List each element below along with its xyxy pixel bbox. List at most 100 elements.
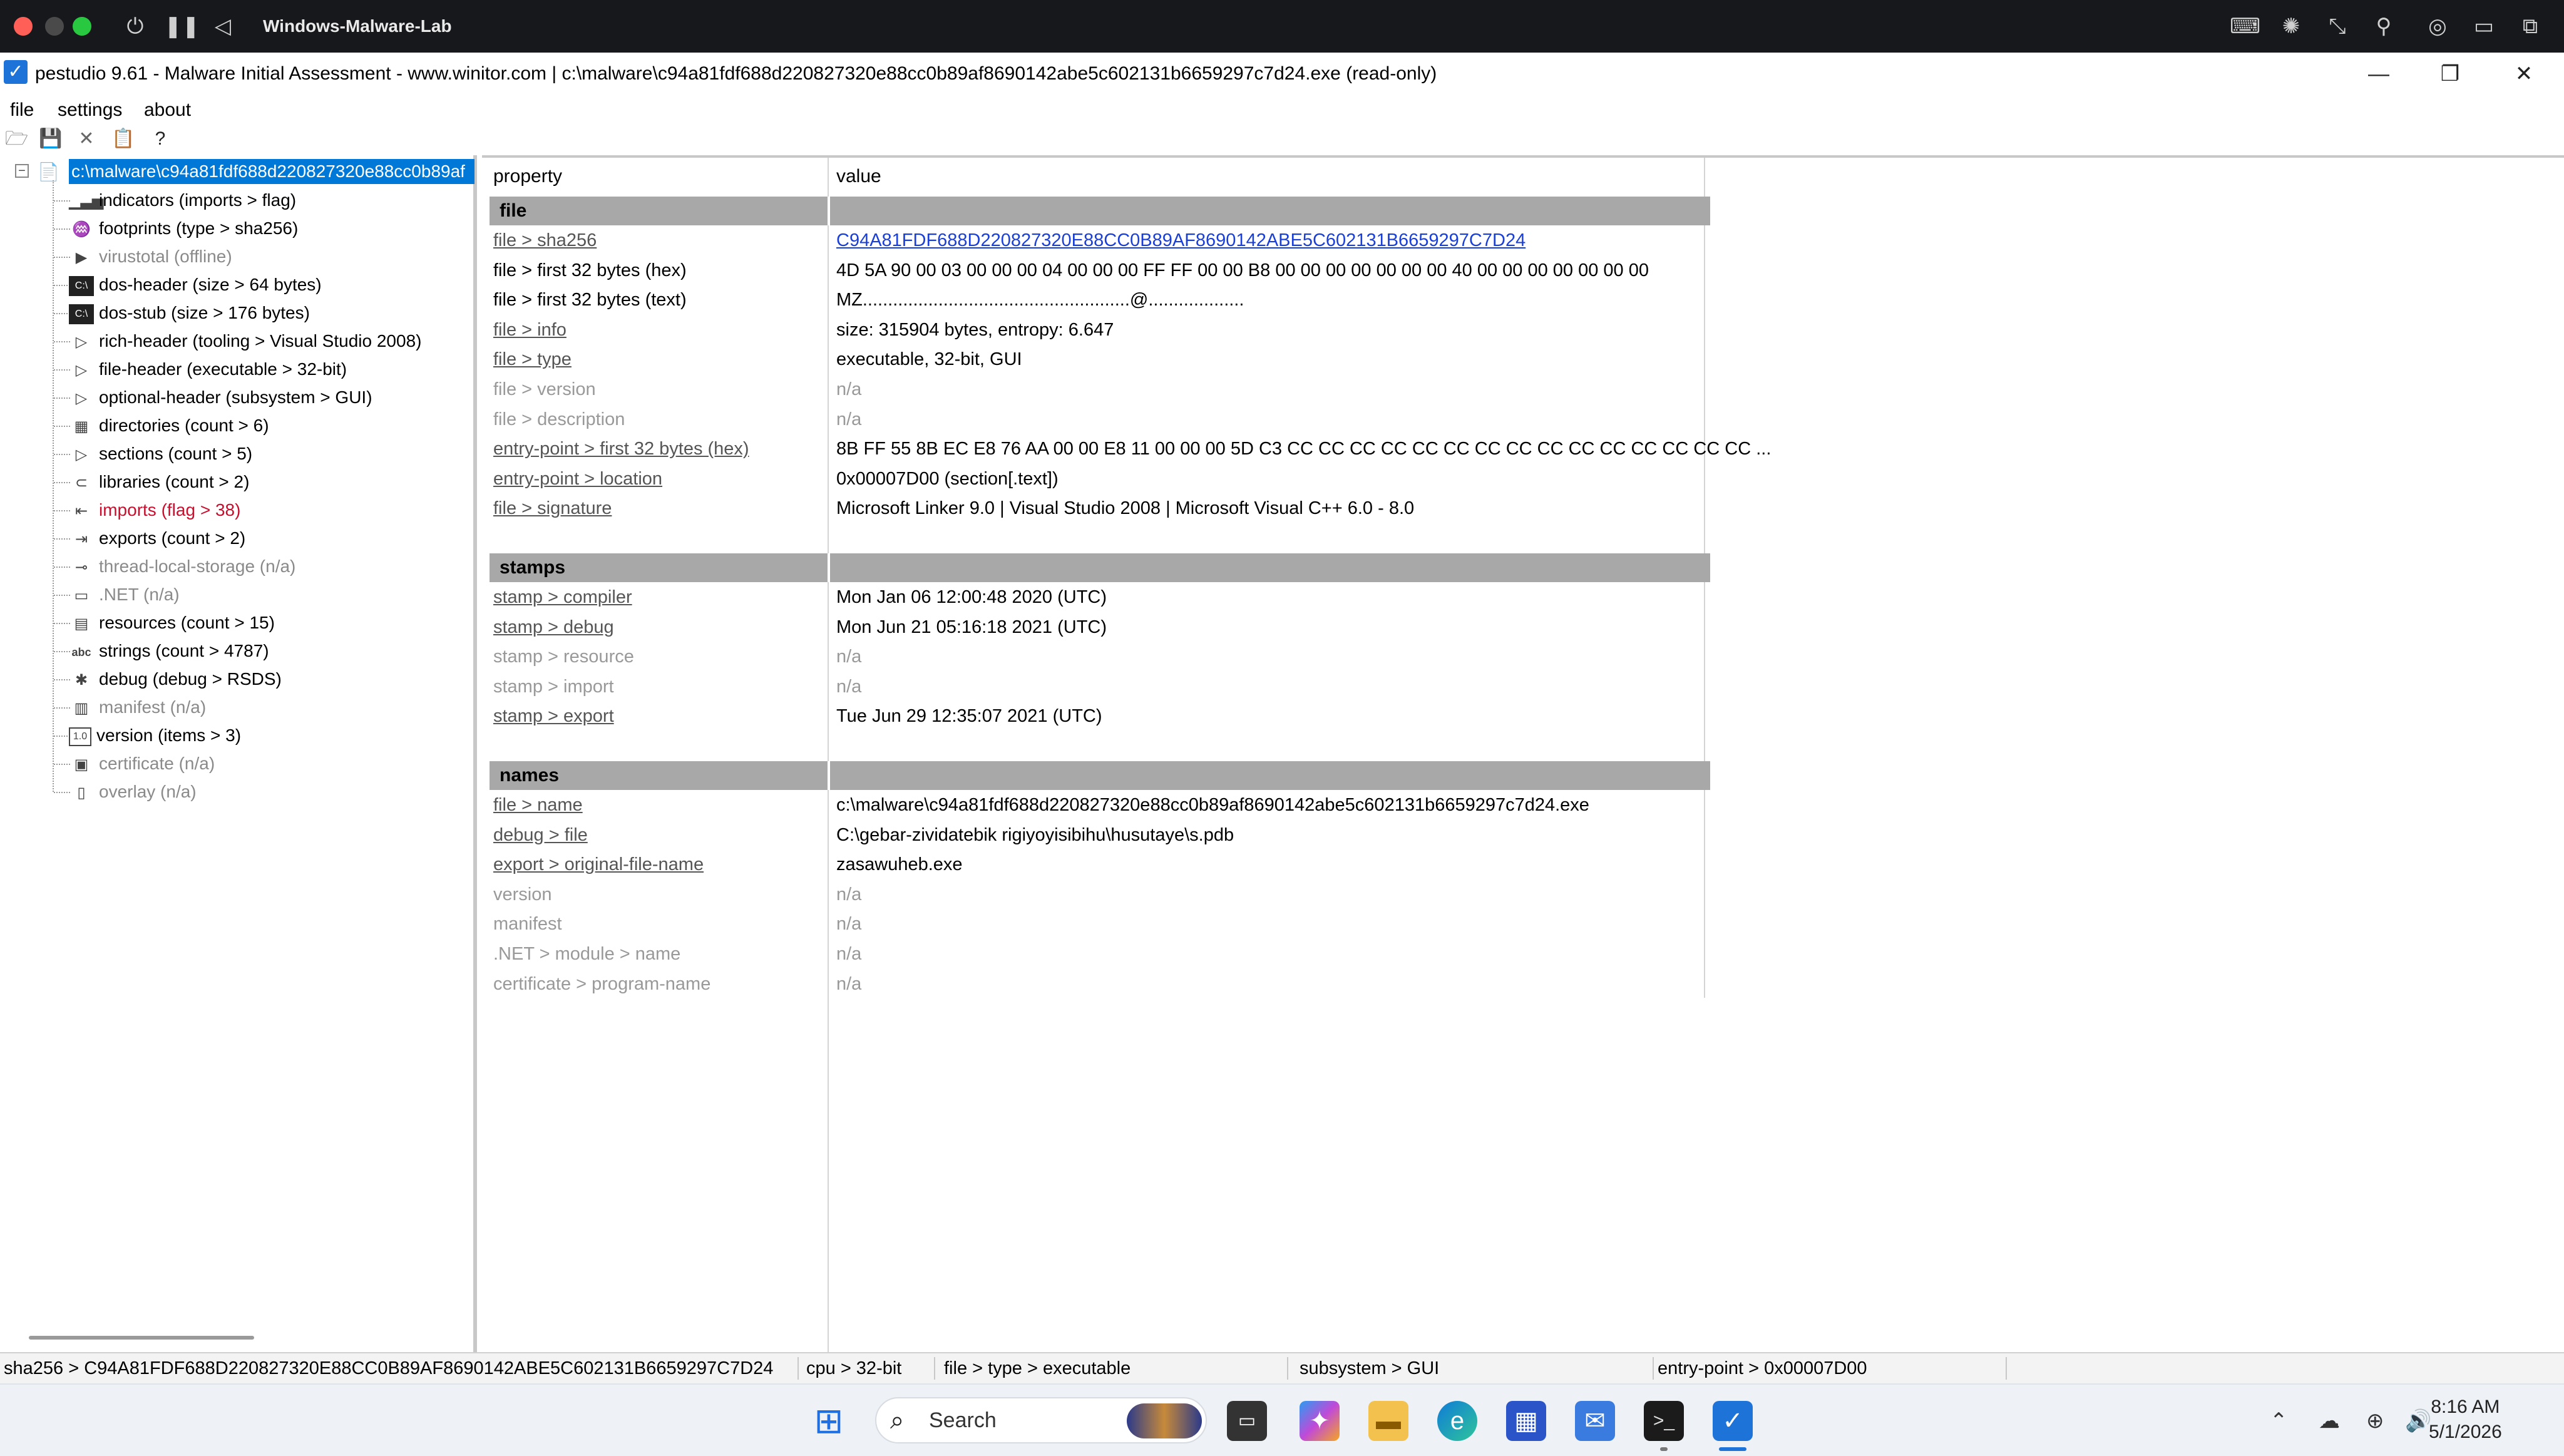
collapse-icon[interactable]: − xyxy=(15,164,29,178)
property-cell[interactable]: entry-point > location xyxy=(493,466,662,491)
property-cell[interactable]: export > original-file-name xyxy=(493,852,704,877)
windows-icon[interactable]: ⧉ xyxy=(2515,11,2545,41)
menu-file[interactable]: file xyxy=(10,98,34,123)
tree-item-footprints[interactable]: ♒ footprints (type > sha256) xyxy=(69,215,298,242)
tree-horizontal-scrollbar[interactable] xyxy=(29,1336,254,1340)
property-cell[interactable]: file > info xyxy=(493,317,567,342)
property-cell[interactable]: entry-point > first 32 bytes (hex) xyxy=(493,436,749,461)
tree-item-overlay[interactable]: ▯ overlay (n/a) xyxy=(69,778,196,806)
pestudio-taskbar-icon[interactable]: ✓ xyxy=(1713,1401,1753,1441)
keyboard-icon[interactable]: ⌨ xyxy=(2230,11,2260,41)
store-icon[interactable]: ▦ xyxy=(1506,1401,1546,1441)
copilot-icon[interactable]: ✦ xyxy=(1300,1401,1340,1441)
file-icon: 📄 xyxy=(38,162,59,182)
tree-branch-line xyxy=(54,200,70,202)
outlook-icon[interactable]: ✉ xyxy=(1575,1401,1615,1441)
tree-item-virustotal[interactable]: ▶ virustotal (offline) xyxy=(69,243,232,270)
property-cell[interactable]: file > sha256 xyxy=(493,228,597,253)
exports-icon: ⇥ xyxy=(74,530,88,548)
tree-item-libraries[interactable]: ⊂ libraries (count > 2) xyxy=(69,468,250,496)
tree-root-file[interactable]: c:\malware\c94a81fdf688d220827320e88cc0b… xyxy=(69,159,474,184)
volume-icon[interactable]: 🔊 xyxy=(2405,1407,2431,1435)
resize-icon[interactable]: ⤡ xyxy=(2322,11,2352,41)
task-view-icon[interactable]: ▭ xyxy=(1227,1401,1267,1441)
close-button[interactable]: ✕ xyxy=(2505,59,2543,89)
expand-icon[interactable]: ▷ xyxy=(69,332,94,352)
sha256-link[interactable]: C94A81FDF688D220827320E88CC0B89AF8690142… xyxy=(836,228,1526,253)
folder-icon[interactable]: ▭ xyxy=(2469,11,2499,41)
property-cell[interactable]: debug > file xyxy=(493,823,588,848)
column-header-value[interactable]: value xyxy=(836,160,881,193)
status-separator xyxy=(2006,1357,2007,1380)
property-cell[interactable]: file > name xyxy=(493,792,583,818)
property-cell[interactable]: stamp > compiler xyxy=(493,585,632,610)
tree-item-exports[interactable]: ⇥ exports (count > 2) xyxy=(69,525,245,552)
expand-icon[interactable]: ▷ xyxy=(69,445,94,465)
property-cell[interactable]: file > first 32 bytes (hex) xyxy=(493,258,687,283)
tree-item-indicators[interactable]: ▁▃▅indicators (imports > flag) xyxy=(69,187,296,214)
open-folder-icon[interactable]: 🗁 xyxy=(5,128,28,150)
property-cell[interactable]: file > signature xyxy=(493,496,612,521)
tls-icon: ⊸ xyxy=(74,558,88,576)
tree-item-manifest[interactable]: ▥ manifest (n/a) xyxy=(69,694,207,721)
menu-about[interactable]: about xyxy=(144,98,191,123)
property-cell[interactable]: stamp > export xyxy=(493,704,614,729)
minimize-dot-icon[interactable] xyxy=(45,17,64,36)
start-windows-icon[interactable]: ⊞ xyxy=(809,1401,849,1441)
edge-icon[interactable]: e xyxy=(1437,1401,1477,1441)
minimize-button[interactable]: — xyxy=(2360,59,2397,89)
globe-icon[interactable]: ◎ xyxy=(2423,11,2453,41)
section-header-stamps[interactable]: stamps xyxy=(490,553,1710,582)
close-dot-icon[interactable] xyxy=(14,17,33,36)
tree-item-dos-stub[interactable]: C:\ dos-stub (size > 176 bytes) xyxy=(69,299,310,327)
tree-item-label: version (items > 3) xyxy=(96,725,242,745)
property-cell[interactable]: stamp > debug xyxy=(493,615,614,640)
system-clock[interactable]: 8:16 AM 5/1/2026 xyxy=(2429,1395,2502,1445)
tree-item-dos-header[interactable]: C:\ dos-header (size > 64 bytes) xyxy=(69,271,322,299)
expand-icon[interactable]: ▷ xyxy=(69,389,94,409)
tree-item-thread-local-storage[interactable]: ⊸ thread-local-storage (n/a) xyxy=(69,553,295,580)
tree-item-file-header[interactable]: ▷ file-header (executable > 32-bit) xyxy=(69,356,347,383)
tree-item-resources[interactable]: ▤ resources (count > 15) xyxy=(69,609,275,637)
clipboard-icon[interactable]: 📋 xyxy=(111,128,135,150)
tray-chevron-icon[interactable]: ⌃ xyxy=(2270,1407,2288,1435)
zoom-dot-icon[interactable] xyxy=(73,17,91,36)
tree-item-NET[interactable]: ▭ .NET (n/a) xyxy=(69,581,180,608)
property-cell[interactable]: file > first 32 bytes (text) xyxy=(493,287,687,312)
status-bar: sha256 > C94A81FDF688D220827320E88CC0B89… xyxy=(0,1352,2564,1383)
value-cell: size: 315904 bytes, entropy: 6.647 xyxy=(836,319,1114,340)
property-cell: stamp > import xyxy=(493,676,614,697)
section-header-names[interactable]: names xyxy=(490,761,1710,790)
power-icon[interactable]: ⏻ xyxy=(120,11,150,41)
running-indicator xyxy=(1660,1447,1668,1451)
file-explorer-icon[interactable]: ▬ xyxy=(1368,1401,1408,1441)
taskbar-search[interactable]: ⌕ Search xyxy=(875,1397,1207,1443)
help-icon[interactable]: ? xyxy=(149,128,172,150)
network-icon[interactable]: ⊕ xyxy=(2366,1407,2384,1435)
column-header-property[interactable]: property xyxy=(493,160,562,193)
tree-item-rich-header[interactable]: ▷ rich-header (tooling > Visual Studio 20… xyxy=(69,327,422,355)
status-separator xyxy=(1653,1357,1654,1380)
tree-item-version[interactable]: 1.0 version (items > 3) xyxy=(69,722,241,749)
tree-item-imports[interactable]: ⇤ imports (flag > 38) xyxy=(69,496,240,524)
property-cell[interactable]: file > type xyxy=(493,347,572,372)
pause-icon[interactable]: ❚❚ xyxy=(164,11,200,41)
close-file-icon[interactable]: ✕ xyxy=(75,128,98,150)
save-icon[interactable]: 💾 xyxy=(39,128,62,150)
back-icon[interactable]: ◁ xyxy=(208,11,238,41)
tree-item-sections[interactable]: ▷ sections (count > 5) xyxy=(69,440,252,468)
section-header-file[interactable]: file xyxy=(490,197,1710,225)
menu-settings[interactable]: settings xyxy=(58,98,122,123)
tree-item-directories[interactable]: ▦ directories (count > 6) xyxy=(69,412,269,439)
expand-icon[interactable]: ▷ xyxy=(69,361,94,381)
tree-item-optional-header[interactable]: ▷ optional-header (subsystem > GUI) xyxy=(69,384,372,411)
terminal-icon[interactable]: >_ xyxy=(1644,1401,1684,1441)
tree-item-label: resources (count > 15) xyxy=(99,613,275,632)
brightness-icon[interactable]: ✺ xyxy=(2276,11,2306,41)
restore-button[interactable]: ❐ xyxy=(2431,59,2469,89)
tree-item-debug[interactable]: ✱ debug (debug > RSDS) xyxy=(69,665,282,693)
cloud-offline-icon[interactable]: ☁ xyxy=(2319,1407,2340,1435)
tree-item-certificate[interactable]: ▣ certificate (n/a) xyxy=(69,750,215,777)
usb-icon[interactable]: ⚲ xyxy=(2369,11,2399,41)
tree-item-strings[interactable]: abc strings (count > 4787) xyxy=(69,637,269,665)
